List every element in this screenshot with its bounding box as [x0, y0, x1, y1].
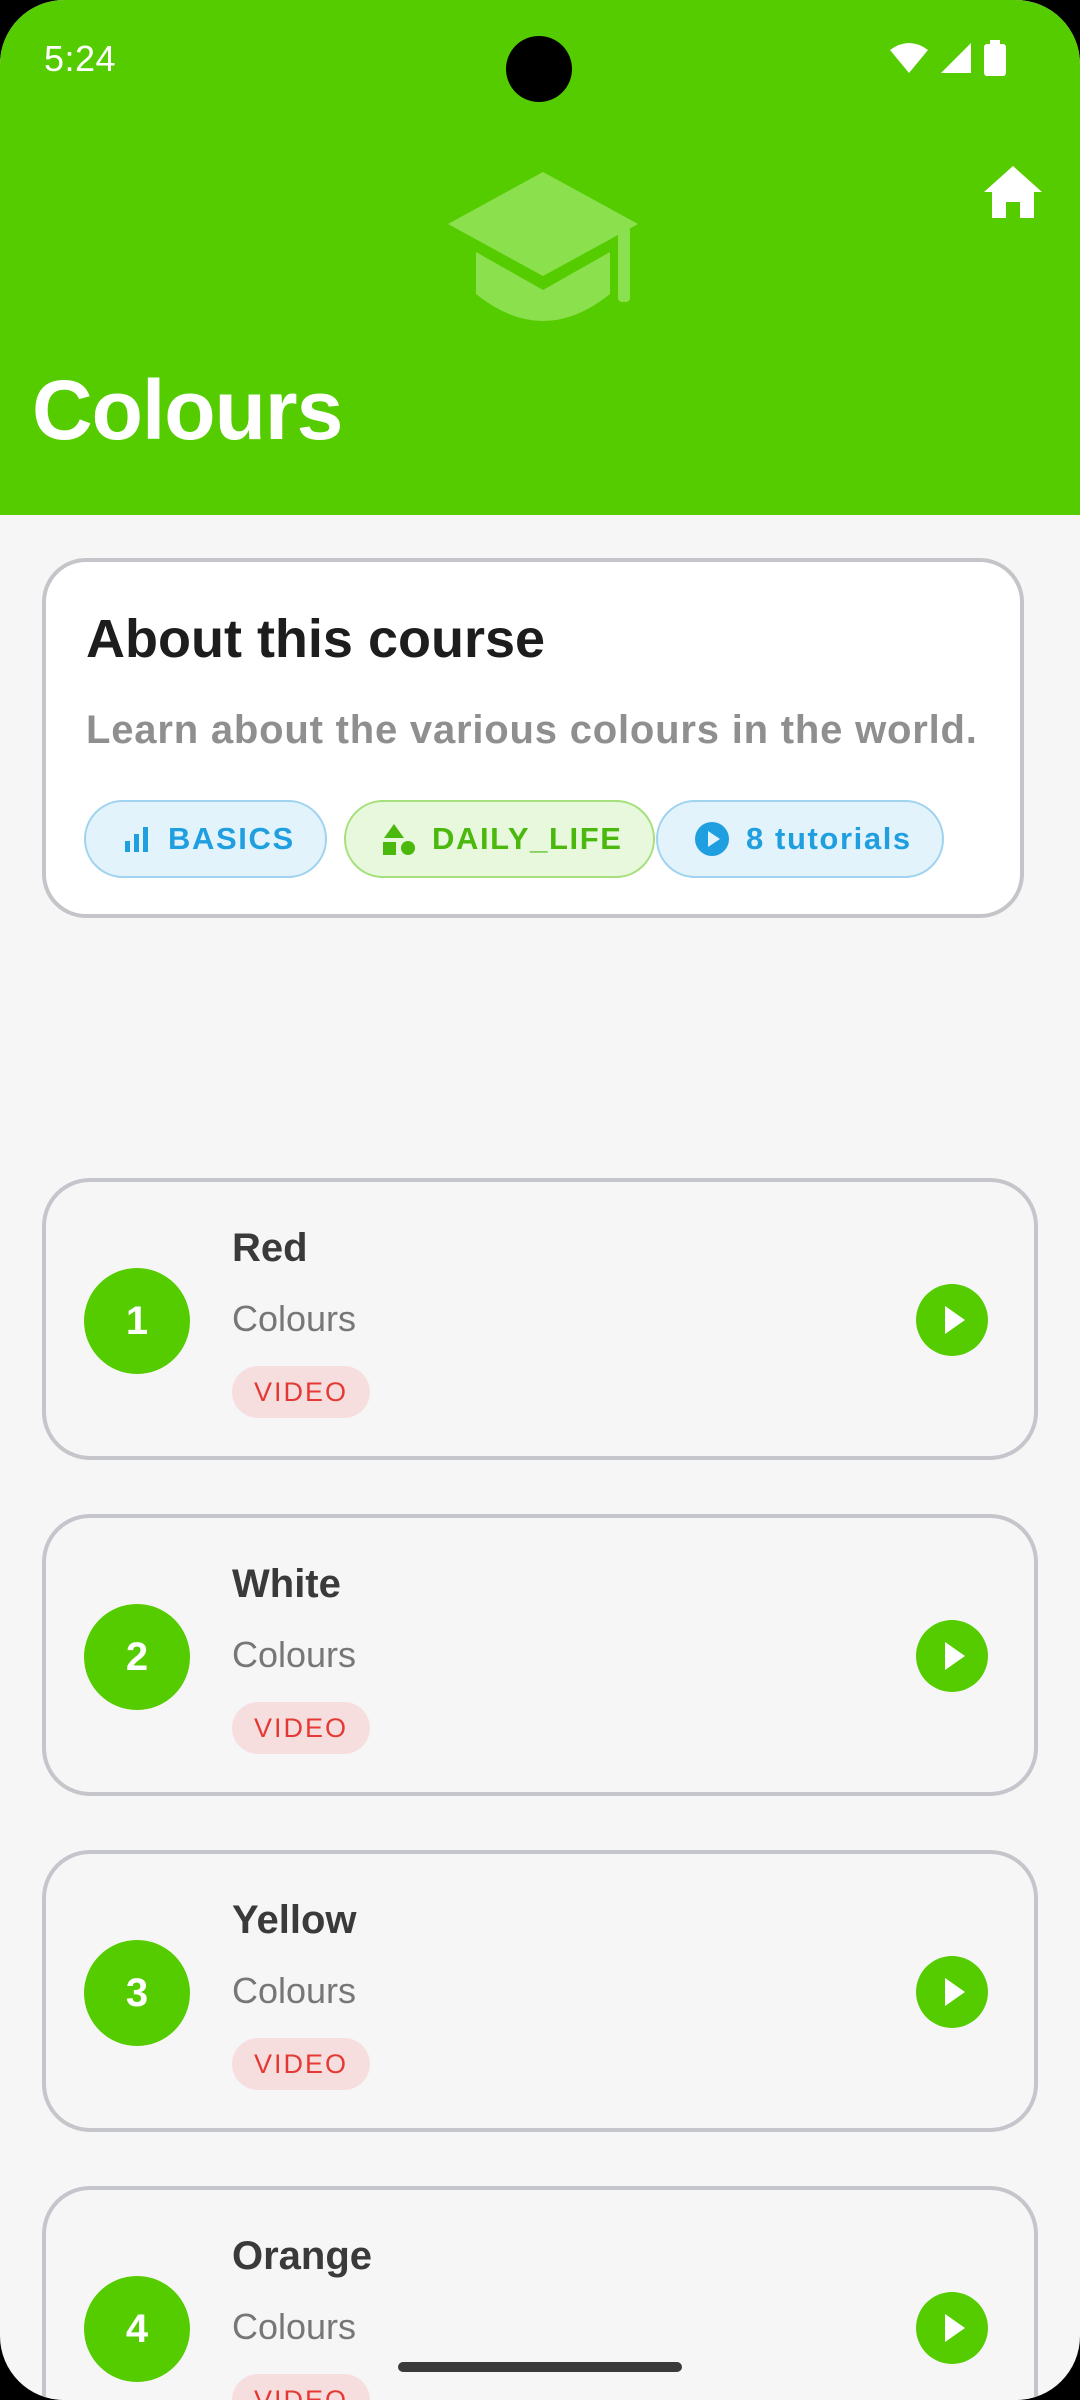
lesson-subtitle: Colours [232, 1634, 357, 1675]
camera-cutout [506, 36, 572, 102]
graduation-cap-icon [448, 172, 638, 321]
lesson-subtitle: Colours [232, 2306, 357, 2347]
lesson-card[interactable]: 1 Red Colours VIDEO [42, 1178, 1038, 1460]
play-button-icon[interactable] [916, 2292, 988, 2364]
lesson-number: 2 [84, 1604, 190, 1710]
chip-label: 8 tutorials [746, 821, 912, 856]
wifi-icon [890, 43, 928, 73]
signal-icon [941, 43, 971, 73]
lesson-number: 3 [84, 1940, 190, 2046]
lesson-subtitle: Colours [232, 1970, 357, 2011]
about-course-card: About this course Learn about the variou… [42, 558, 1024, 918]
lesson-title: Yellow [232, 1898, 357, 1942]
play-button-icon[interactable] [916, 1620, 988, 1692]
page-title: Colours [32, 363, 343, 457]
play-button-icon[interactable] [916, 1956, 988, 2028]
battery-icon [984, 40, 1006, 76]
lesson-card[interactable]: 2 White Colours VIDEO [42, 1514, 1038, 1796]
about-heading: About this course [86, 609, 546, 669]
chip-label: DAILY_LIFE [432, 821, 623, 856]
video-badge: VIDEO [232, 2038, 371, 2090]
video-badge: VIDEO [232, 2374, 371, 2400]
status-time: 5:24 [44, 38, 117, 79]
status-icons [890, 40, 1006, 76]
play-button-icon[interactable] [916, 1284, 988, 1356]
course-description: Learn about the various colours in the w… [86, 708, 978, 752]
play-circle-icon [695, 822, 729, 856]
course-header: 5:24 Colours [0, 0, 1080, 515]
lesson-number: 4 [84, 2276, 190, 2382]
lesson-number: 1 [84, 1268, 190, 1374]
shapes-icon [383, 824, 415, 855]
chip-tutorial-count: 8 tutorials [656, 800, 944, 878]
lesson-card[interactable]: 3 Yellow Colours VIDEO [42, 1850, 1038, 2132]
app-screen: 5:24 Colours About this course Learn abo… [0, 0, 1080, 2400]
lesson-title: White [232, 1562, 341, 1606]
lesson-title: Red [232, 1226, 308, 1270]
lesson-subtitle: Colours [232, 1298, 357, 1339]
lesson-title: Orange [232, 2234, 373, 2278]
video-badge: VIDEO [232, 1702, 371, 1754]
chip-basics: BASICS [84, 800, 327, 878]
bar-chart-icon [125, 827, 148, 852]
home-icon[interactable] [980, 160, 1046, 226]
chip-daily-life: DAILY_LIFE [344, 800, 655, 878]
video-badge: VIDEO [232, 1366, 371, 1418]
chip-label: BASICS [168, 821, 295, 856]
gesture-navigation-bar[interactable] [398, 2362, 682, 2372]
